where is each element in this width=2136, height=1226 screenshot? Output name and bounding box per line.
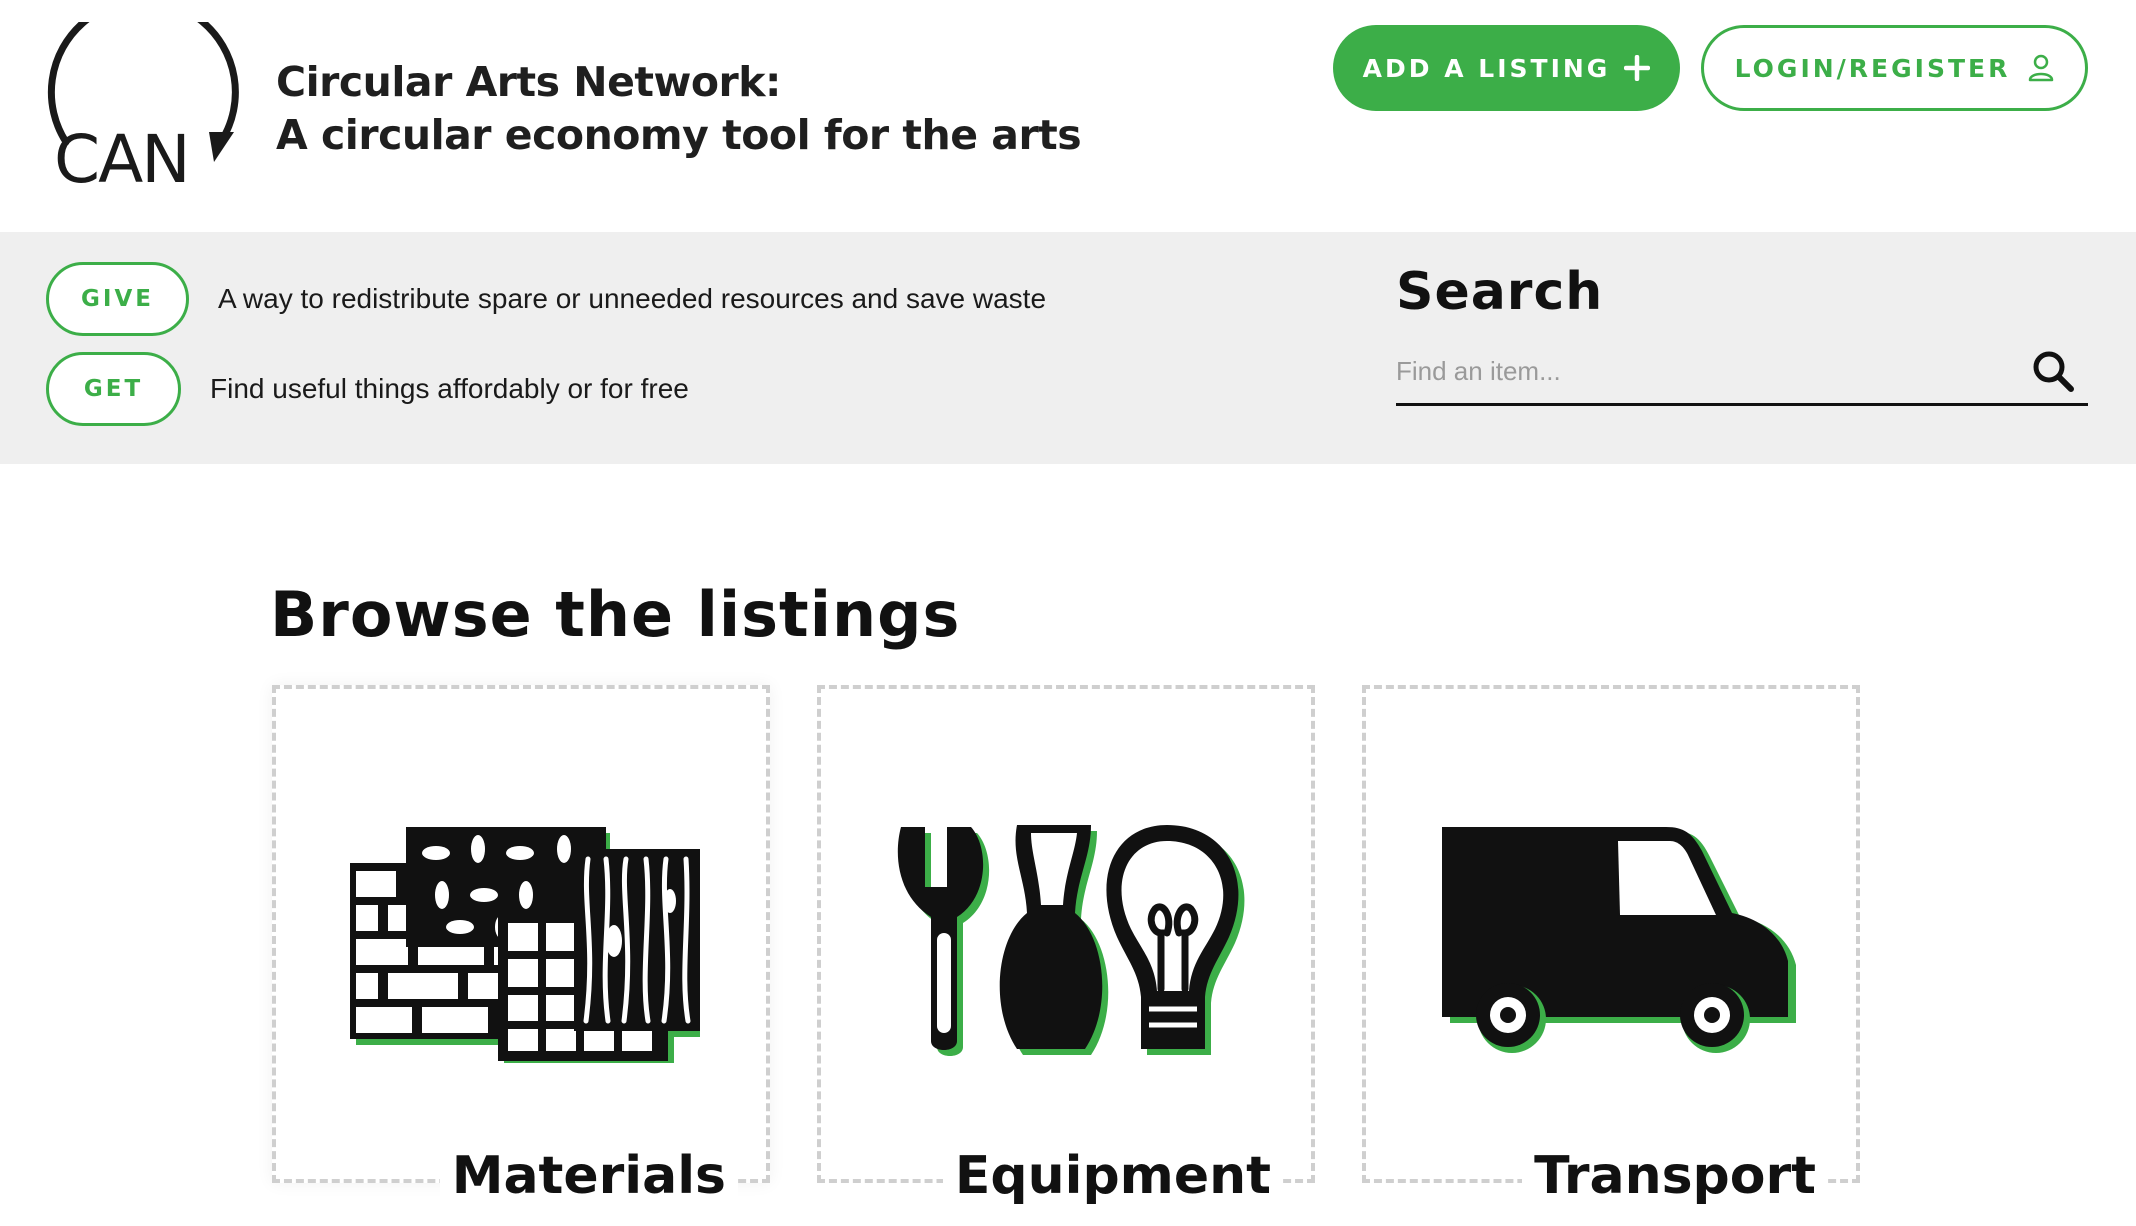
search-input[interactable] — [1396, 340, 1996, 402]
add-listing-button[interactable]: ADD A LISTING — [1333, 25, 1680, 111]
logo-text: CAN — [54, 121, 189, 192]
can-logo-icon: CAN — [47, 22, 239, 192]
user-icon — [2029, 54, 2054, 82]
category-card-transport[interactable]: Transport — [1362, 685, 1860, 1209]
category-label-materials: Materials — [439, 1143, 738, 1209]
can-logo[interactable]: CAN — [44, 22, 244, 192]
give-get-band: GIVE A way to redistribute spare or unne… — [0, 232, 2136, 464]
search-icon — [2033, 351, 2074, 392]
site-title-line2: A circular economy tool for the arts — [276, 111, 1082, 159]
category-card-equipment[interactable]: Equipment — [817, 685, 1315, 1209]
category-label-transport: Transport — [1522, 1143, 1828, 1209]
site-header: CAN Circular Arts Network: A circular ec… — [0, 0, 2136, 232]
add-listing-label: ADD A LISTING — [1362, 53, 1611, 83]
equipment-icon — [897, 825, 1245, 1056]
get-description: Find useful things affordably or for fre… — [210, 373, 689, 404]
site-title-line1: Circular Arts Network: — [276, 58, 781, 106]
login-register-label: LOGIN/REGISTER — [1734, 53, 2011, 83]
login-register-button[interactable]: LOGIN/REGISTER — [1701, 25, 2088, 111]
get-button[interactable]: GET — [46, 352, 181, 426]
search-bar — [1396, 340, 2088, 406]
materials-icon — [350, 827, 700, 1063]
browse-heading: Browse the listings — [270, 578, 961, 651]
give-button[interactable]: GIVE — [46, 262, 189, 336]
van-icon — [1442, 827, 1796, 1053]
plus-icon — [1624, 48, 1651, 88]
site-title: Circular Arts Network: A circular econom… — [276, 56, 1082, 162]
search-heading: Search — [1396, 262, 1604, 322]
category-card-materials[interactable]: Materials — [272, 685, 770, 1209]
give-description: A way to redistribute spare or unneeded … — [218, 283, 1047, 314]
category-label-equipment: Equipment — [942, 1143, 1283, 1209]
search-button[interactable] — [2030, 348, 2076, 394]
